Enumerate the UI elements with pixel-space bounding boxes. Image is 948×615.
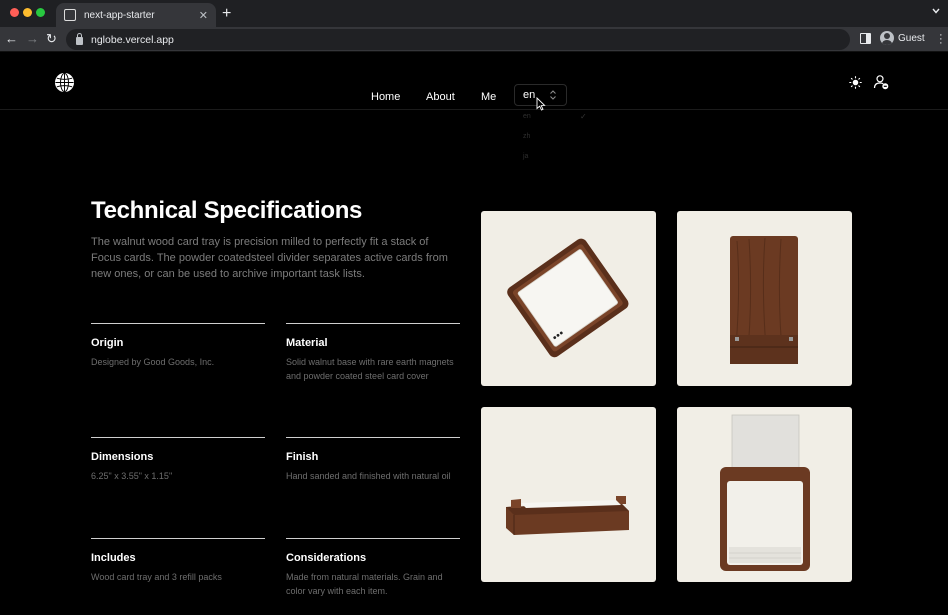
product-photo-tray-open: [677, 407, 852, 582]
language-option-en[interactable]: en: [523, 113, 531, 120]
window-maximize-button[interactable]: [36, 8, 45, 17]
spec-value: Designed by Good Goods, Inc.: [91, 357, 215, 367]
check-icon: ✓: [580, 112, 587, 121]
language-option-ja[interactable]: ja: [523, 153, 528, 160]
spec-considerations: Considerations Made from natural materia…: [286, 538, 460, 598]
spec-label: Material: [286, 337, 328, 349]
spec-finish: Finish Hand sanded and finished with nat…: [286, 437, 460, 484]
nav-link-me[interactable]: Me: [481, 91, 496, 103]
spec-origin: Origin Designed by Good Goods, Inc.: [91, 323, 265, 370]
profile-avatar-icon: [880, 31, 894, 45]
spec-label: Finish: [286, 451, 319, 463]
intro-paragraph: The walnut wood card tray is precision m…: [91, 236, 448, 280]
profile-button[interactable]: Guest: [880, 31, 925, 45]
spec-label: Considerations: [286, 552, 367, 564]
product-photo-tray-back: [677, 211, 852, 386]
browser-tab[interactable]: next-app-starter ✕: [56, 3, 216, 27]
url-text[interactable]: nglobe.vercel.app: [91, 34, 174, 46]
spec-value: Made from natural materials. Grain and c…: [286, 572, 443, 596]
product-photo-tray-angled: [481, 211, 656, 386]
chevron-up-down-icon: [550, 90, 556, 100]
spec-dimensions: Dimensions 6.25" x 3.55" x 1.15": [91, 437, 265, 484]
page-title: Technical Specifications: [91, 197, 363, 224]
side-panel-icon[interactable]: [860, 33, 871, 44]
language-option-zh[interactable]: zh: [523, 133, 530, 140]
browser-menu-icon[interactable]: · · ·: [939, 30, 943, 49]
profile-name: Guest: [898, 32, 925, 44]
globe-logo-icon[interactable]: [54, 72, 75, 93]
spec-value: Solid walnut base with rare earth magnet…: [286, 357, 454, 381]
product-photo-tray-side: [481, 407, 656, 582]
browser-toolbar: ← → ↻ nglobe.vercel.app Guest · · ·: [0, 27, 948, 52]
new-tab-button[interactable]: +: [222, 5, 231, 23]
nav-link-about[interactable]: About: [426, 91, 455, 103]
language-select-value: en: [523, 89, 536, 101]
site-header: Home About Me en: [0, 52, 948, 110]
window-close-button[interactable]: [10, 8, 19, 17]
user-account-icon[interactable]: [873, 74, 889, 90]
mouse-pointer-icon: [536, 97, 546, 111]
spec-includes: Includes Wood card tray and 3 refill pac…: [91, 538, 265, 585]
sun-icon[interactable]: [849, 76, 862, 89]
spec-value: Wood card tray and 3 refill packs: [91, 572, 222, 582]
spec-label: Origin: [91, 337, 124, 349]
address-bar[interactable]: nglobe.vercel.app: [66, 29, 850, 50]
browser-tab-strip: next-app-starter ✕ +: [0, 0, 948, 27]
window-minimize-button[interactable]: [23, 8, 32, 17]
back-button[interactable]: ←: [5, 31, 18, 46]
tab-search-chevron-icon[interactable]: [932, 7, 940, 15]
reload-button[interactable]: ↻: [46, 31, 57, 47]
forward-button[interactable]: →: [26, 31, 39, 46]
spec-value: 6.25" x 3.55" x 1.15": [91, 471, 173, 481]
nav-link-home[interactable]: Home: [371, 91, 400, 103]
language-dropdown: en ✓ zh ja: [516, 110, 616, 166]
favicon-icon: [64, 9, 76, 21]
lock-icon[interactable]: [76, 32, 83, 45]
spec-material: Material Solid walnut base with rare ear…: [286, 323, 460, 383]
tab-close-icon[interactable]: ✕: [199, 9, 208, 22]
spec-label: Dimensions: [91, 451, 154, 463]
spec-label: Includes: [91, 552, 136, 564]
spec-value: Hand sanded and finished with natural oi…: [286, 471, 451, 481]
tab-title: next-app-starter: [84, 9, 155, 21]
